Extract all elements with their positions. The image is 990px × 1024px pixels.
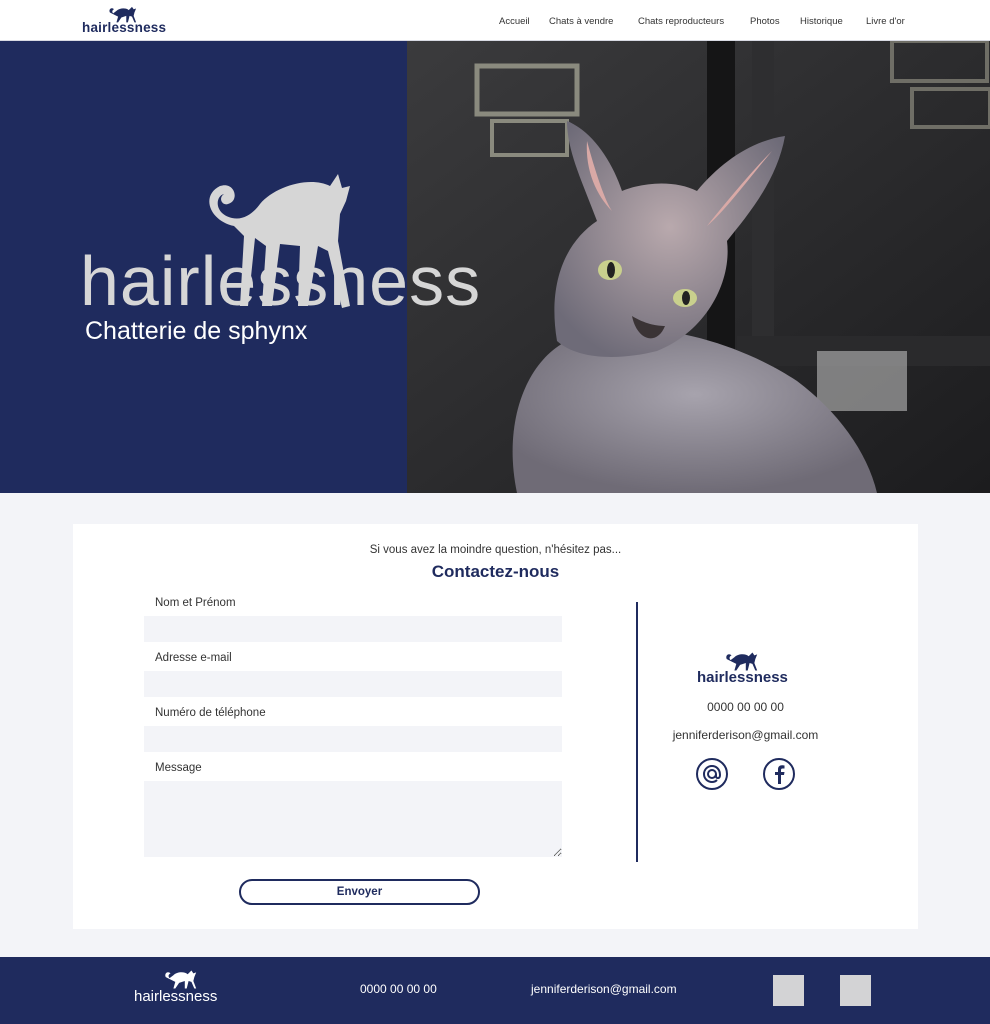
main-nav: Accueil Chats à vendre Chats reproducteu… xyxy=(0,16,990,30)
contact-brand-name: hairlessness xyxy=(697,669,788,686)
contact-card: Si vous avez la moindre question, n'hési… xyxy=(73,524,918,929)
footer-phone: 0000 00 00 00 xyxy=(360,982,437,996)
nav-item-historique[interactable]: Historique xyxy=(800,16,843,27)
name-label: Nom et Prénom xyxy=(155,597,236,609)
contact-title: Contactez-nous xyxy=(431,562,560,581)
page: hairlessness Accueil Chats à vendre Chat… xyxy=(0,0,990,1024)
nav-item-photos[interactable]: Photos xyxy=(750,16,780,27)
hero-cat-photo xyxy=(407,41,990,493)
top-header: hairlessness Accueil Chats à vendre Chat… xyxy=(0,0,990,41)
message-label: Message xyxy=(155,762,202,774)
at-sign-icon[interactable] xyxy=(696,758,728,790)
nav-item-chats-reproducteurs[interactable]: Chats reproducteurs xyxy=(638,16,724,27)
nav-item-chats-a-vendre[interactable]: Chats à vendre xyxy=(549,16,613,27)
footer-logo[interactable]: hairlessness xyxy=(134,969,234,1005)
email-label: Adresse e-mail xyxy=(155,652,232,664)
send-button[interactable]: Envoyer xyxy=(239,879,480,905)
contact-phone: 0000 00 00 00 xyxy=(707,700,784,714)
footer-social-placeholder-2[interactable] xyxy=(840,975,871,1006)
footer-email[interactable]: jenniferderison@gmail.com xyxy=(531,982,677,996)
message-field[interactable] xyxy=(144,781,562,857)
nav-item-livre-dor[interactable]: Livre d'or xyxy=(866,16,905,27)
contact-email[interactable]: jenniferderison@gmail.com xyxy=(633,728,858,742)
footer-brand-name: hairlessness xyxy=(134,988,218,1005)
phone-label: Numéro de téléphone xyxy=(155,707,266,719)
contact-intro: Si vous avez la moindre question, n'hési… xyxy=(369,544,622,556)
sphynx-cat-photo xyxy=(407,41,990,493)
name-field[interactable] xyxy=(144,616,562,642)
nav-item-accueil[interactable]: Accueil xyxy=(499,16,530,27)
facebook-glyph xyxy=(775,765,785,784)
hero-tagline: Chatterie de sphynx xyxy=(85,317,308,345)
hero-banner: hairlessness Chatterie de sphynx xyxy=(0,41,990,493)
footer-social-placeholder-1[interactable] xyxy=(773,975,804,1006)
facebook-icon[interactable] xyxy=(763,758,795,790)
hero-brand-name: hairlessness xyxy=(80,242,482,320)
at-sign-glyph xyxy=(702,764,722,784)
site-footer: hairlessness 0000 00 00 00 jenniferderis… xyxy=(0,957,990,1024)
contact-logo: hairlessness xyxy=(693,651,798,687)
phone-field[interactable] xyxy=(144,726,562,752)
email-field[interactable] xyxy=(144,671,562,697)
